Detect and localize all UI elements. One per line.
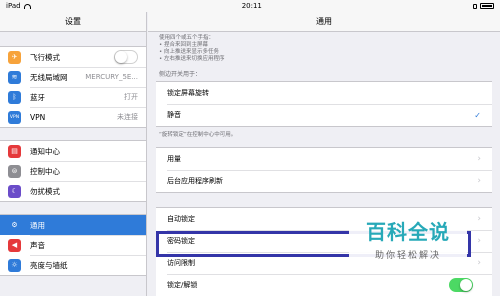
chevron-right-icon: › bbox=[477, 258, 481, 268]
usage-row[interactable]: 用量 › bbox=[156, 148, 492, 170]
gesture-note: • 捏合来回到主屏幕 bbox=[159, 42, 208, 48]
watermark-subtitle: 助你轻松解决 bbox=[374, 251, 441, 261]
sidebar-title: 设置 bbox=[0, 12, 146, 32]
control-center-icon: ⊜ bbox=[8, 164, 21, 178]
wifi-icon: ≋ bbox=[8, 70, 21, 84]
sidebar-item-brightness-wallpaper[interactable]: ☼ 亮度与墙纸 bbox=[0, 255, 146, 275]
moon-icon: ☾ bbox=[8, 184, 21, 198]
lock-unlock-toggle[interactable] bbox=[449, 278, 473, 292]
watermark: 百科全说 助你轻松解决 bbox=[349, 210, 467, 268]
sidebar-item-label: 勿扰模式 bbox=[30, 186, 60, 196]
sidebar-item-control-center[interactable]: ⊜ 控制中心 bbox=[0, 161, 146, 181]
sidebar-item-airplane-mode[interactable]: ✈ 飞行模式 bbox=[0, 47, 146, 67]
sidebar-item-label: 声音 bbox=[30, 240, 45, 250]
wifi-network-value: MERCURY_5E... bbox=[85, 73, 138, 81]
rotation-lock-icon bbox=[473, 3, 477, 9]
sidebar-item-notification-center[interactable]: ▤ 通知中心 bbox=[0, 141, 146, 161]
vpn-icon: VPN bbox=[8, 110, 21, 124]
usage-group: 用量 › 后台应用程序刷新 › bbox=[156, 147, 492, 193]
sidebar-item-label: 无线局域网 bbox=[30, 72, 68, 82]
bluetooth-status-value: 打开 bbox=[124, 93, 138, 101]
vpn-status-value: 未连接 bbox=[117, 113, 138, 121]
bluetooth-icon: ᛒ bbox=[8, 90, 21, 104]
multitasking-gesture-notes: 使用四个或五个手指： • 捏合来回到主屏幕 • 向上推送来显示多任务 • 左右推… bbox=[148, 32, 500, 63]
gesture-note: • 向上推送来显示多任务 bbox=[159, 49, 219, 55]
side-switch-footer: “旋转锁定”在控制中心中可用。 bbox=[159, 132, 237, 138]
row-label: 后台应用程序刷新 bbox=[167, 177, 223, 185]
battery-icon bbox=[480, 3, 494, 9]
chevron-right-icon: › bbox=[477, 154, 481, 164]
wifi-status-icon bbox=[23, 3, 31, 9]
background-refresh-row[interactable]: 后台应用程序刷新 › bbox=[156, 170, 492, 192]
sidebar-item-label: 通用 bbox=[30, 220, 45, 230]
side-switch-caption: 侧边开关用于： bbox=[159, 71, 202, 78]
sound-icon: ◀ bbox=[8, 238, 21, 252]
airplane-mode-toggle[interactable] bbox=[114, 50, 138, 64]
gesture-note: 使用四个或五个手指： bbox=[159, 35, 215, 41]
sidebar-item-bluetooth[interactable]: ᛒ 蓝牙 打开 bbox=[0, 87, 146, 107]
sidebar-item-sounds[interactable]: ◀ 声音 bbox=[0, 235, 146, 255]
sidebar-item-vpn[interactable]: VPN VPN 未连接 bbox=[0, 107, 146, 127]
option-label: 锁定屏幕旋转 bbox=[167, 89, 209, 97]
sidebar-item-label: 通知中心 bbox=[30, 146, 60, 156]
watermark-title: 百科全说 bbox=[366, 220, 450, 244]
clock: 20:11 bbox=[241, 2, 262, 10]
sidebar-item-do-not-disturb[interactable]: ☾ 勿扰模式 bbox=[0, 181, 146, 201]
chevron-right-icon: › bbox=[477, 236, 481, 246]
sidebar-item-label: 蓝牙 bbox=[30, 92, 45, 102]
side-switch-group: 锁定屏幕旋转 静音 ✓ bbox=[156, 81, 492, 127]
settings-sidebar: 设置 ✈ 飞行模式 ≋ 无线局域网 MERCURY_5E... ᛒ 蓝牙 打开 … bbox=[0, 12, 147, 296]
detail-title: 通用 bbox=[148, 12, 500, 32]
sidebar-group-connectivity: ✈ 飞行模式 ≋ 无线局域网 MERCURY_5E... ᛒ 蓝牙 打开 VPN… bbox=[0, 46, 146, 128]
option-label: 静音 bbox=[167, 111, 181, 119]
row-label: 用量 bbox=[167, 155, 181, 163]
sidebar-group-notifications: ▤ 通知中心 ⊜ 控制中心 ☾ 勿扰模式 bbox=[0, 140, 146, 202]
option-lock-rotation[interactable]: 锁定屏幕旋转 bbox=[156, 82, 492, 104]
gear-icon: ⚙ bbox=[11, 221, 18, 229]
option-mute[interactable]: 静音 ✓ bbox=[156, 104, 492, 126]
sidebar-item-label: 亮度与墙纸 bbox=[30, 260, 68, 270]
carrier-label: iPad bbox=[6, 2, 21, 10]
chevron-right-icon: › bbox=[477, 214, 481, 224]
notification-icon: ▤ bbox=[8, 144, 21, 158]
sidebar-item-label: 飞行模式 bbox=[30, 52, 60, 62]
gesture-note: • 左右推送来切换应用程序 bbox=[159, 56, 225, 62]
sidebar-item-general[interactable]: ⚙ 通用 bbox=[0, 215, 146, 235]
sidebar-item-wifi[interactable]: ≋ 无线局域网 MERCURY_5E... bbox=[0, 67, 146, 87]
sidebar-item-label: 控制中心 bbox=[30, 166, 60, 176]
chevron-right-icon: › bbox=[477, 176, 481, 186]
sidebar-item-label: VPN bbox=[30, 112, 46, 122]
lock-unlock-row[interactable]: 锁定/解锁 bbox=[156, 274, 492, 296]
row-label: 锁定/解锁 bbox=[167, 281, 198, 289]
sidebar-group-general: ⚙ 通用 ◀ 声音 ☼ 亮度与墙纸 bbox=[0, 214, 146, 276]
brightness-icon: ☼ bbox=[8, 258, 21, 272]
airplane-icon: ✈ bbox=[8, 50, 21, 64]
status-bar: iPad 20:11 bbox=[0, 0, 500, 12]
checkmark-icon: ✓ bbox=[474, 110, 481, 120]
